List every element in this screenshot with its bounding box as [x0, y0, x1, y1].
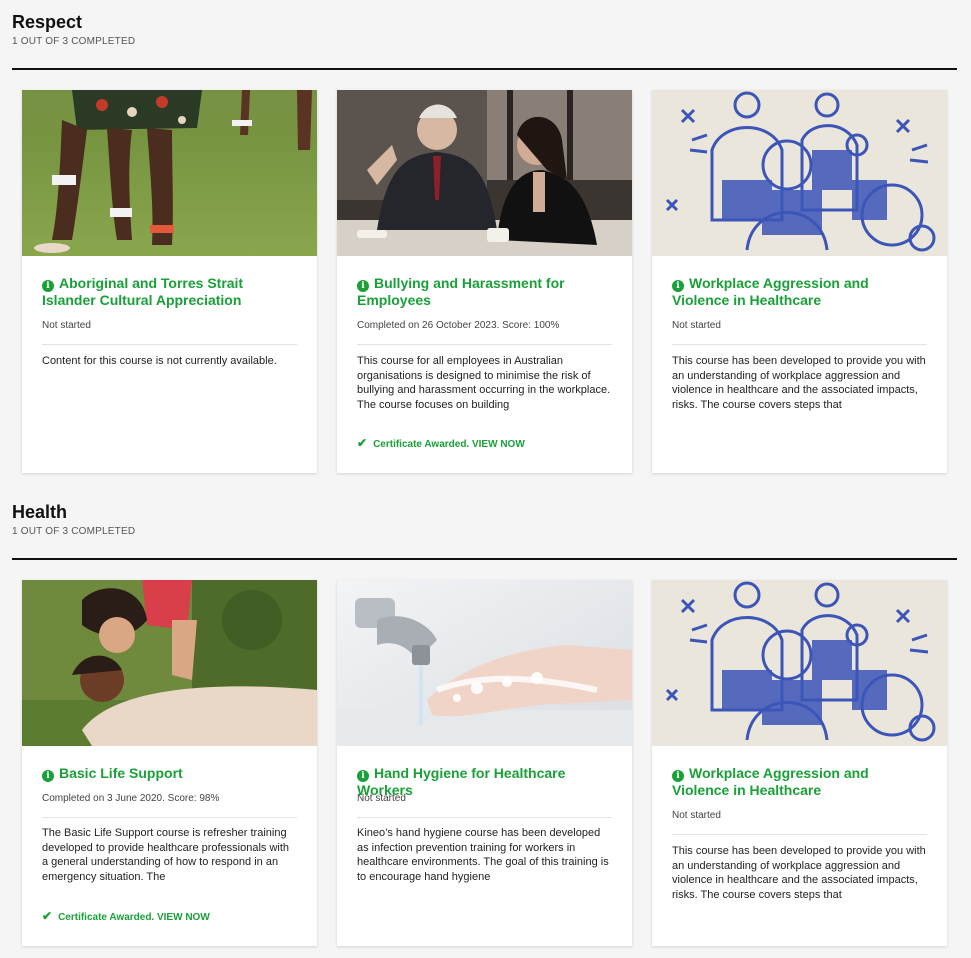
section-divider [12, 558, 957, 560]
course-description: Content for this course is not currently… [42, 355, 277, 367]
info-icon: i [357, 770, 369, 782]
info-icon: i [672, 770, 684, 782]
course-description: This course has been developed to provid… [672, 845, 926, 901]
section-title: Health [12, 502, 68, 522]
course-card[interactable]: i Bullying and Harassment for Employees C… [337, 90, 632, 473]
section-title: Respect [12, 12, 83, 32]
course-status: Completed on 26 October 2023. Score: 100… [357, 320, 560, 331]
course-image[interactable] [337, 580, 632, 746]
course-title[interactable]: Workplace Aggression and Violence in Hea… [672, 765, 869, 798]
certificate-link[interactable]: ✔ Certificate Awarded. VIEW NOW [42, 909, 210, 923]
certificate-label[interactable]: Certificate Awarded. VIEW NOW [373, 439, 525, 450]
course-status: Not started [42, 320, 91, 331]
course-description: This course for all employees in Austral… [357, 355, 611, 411]
info-icon: i [42, 770, 54, 782]
course-image[interactable] [652, 90, 947, 256]
course-status: Not started [672, 320, 721, 331]
course-title[interactable]: Bullying and Harassment for Employees [357, 275, 565, 308]
course-card[interactable]: i Workplace Aggression and Violence in He… [652, 90, 947, 473]
info-icon: i [357, 280, 369, 292]
card-divider [357, 344, 612, 345]
info-icon: i [672, 280, 684, 292]
course-title-row[interactable]: i Workplace Aggression and Violence in He… [672, 765, 929, 799]
course-image[interactable] [22, 90, 317, 256]
course-card[interactable]: i Basic Life Support Completed on 3 June … [22, 580, 317, 946]
card-divider [357, 817, 612, 818]
course-title-row[interactable]: i Aboriginal and Torres Strait Islander C… [42, 275, 299, 309]
info-icon: i [42, 280, 54, 292]
course-card[interactable]: i Aboriginal and Torres Strait Islander C… [22, 90, 317, 473]
check-icon: ✔ [357, 436, 368, 450]
course-card[interactable]: i Hand Hygiene for Healthcare Workers Not… [337, 580, 632, 946]
course-title[interactable]: Aboriginal and Torres Strait Islander Cu… [42, 275, 243, 308]
card-divider [42, 344, 297, 345]
card-divider [42, 817, 297, 818]
card-divider [672, 344, 927, 345]
course-description: This course has been developed to provid… [672, 355, 926, 411]
course-status: Completed on 3 June 2020. Score: 98% [42, 793, 220, 804]
certificate-link[interactable]: ✔ Certificate Awarded. VIEW NOW [357, 436, 525, 450]
course-status: Not started [672, 810, 721, 821]
section-progress: 1 OUT OF 3 COMPLETED [12, 36, 136, 47]
section-divider [12, 68, 957, 70]
course-title[interactable]: Basic Life Support [59, 765, 183, 781]
course-image[interactable] [22, 580, 317, 746]
course-title[interactable]: Workplace Aggression and Violence in Hea… [672, 275, 869, 308]
course-title-row[interactable]: i Bullying and Harassment for Employees [357, 275, 614, 309]
course-description: The Basic Life Support course is refresh… [42, 827, 290, 883]
course-card[interactable]: i Workplace Aggression and Violence in He… [652, 580, 947, 946]
course-status: Not started [357, 793, 406, 804]
course-title-row[interactable]: i Basic Life Support [42, 765, 299, 782]
course-title-row[interactable]: i Workplace Aggression and Violence in He… [672, 275, 929, 309]
course-description: Kineo’s hand hygiene course has been dev… [357, 827, 609, 883]
course-image[interactable] [337, 90, 632, 256]
course-image[interactable] [652, 580, 947, 746]
check-icon: ✔ [42, 909, 53, 923]
card-divider [672, 834, 927, 835]
section-progress: 1 OUT OF 3 COMPLETED [12, 526, 136, 537]
certificate-label[interactable]: Certificate Awarded. VIEW NOW [58, 912, 210, 923]
